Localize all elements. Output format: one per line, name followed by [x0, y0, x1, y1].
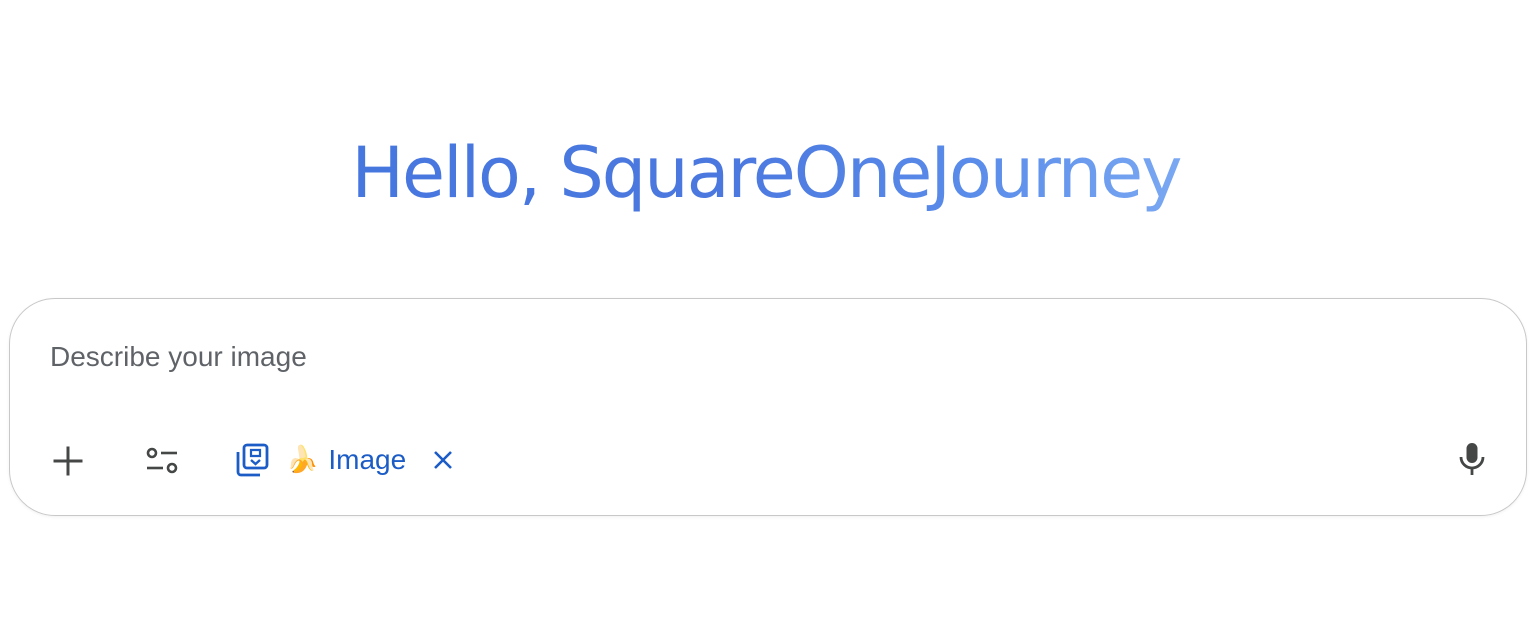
microphone-button[interactable] [1450, 437, 1494, 481]
image-mode-chip[interactable]: 🍌 Image [232, 437, 458, 483]
plus-icon [53, 446, 83, 476]
chip-label: Image [328, 444, 407, 475]
page: Hello, SquareOneJourney Describe your im… [0, 0, 1532, 642]
banana-emoji: 🍌 [286, 445, 319, 475]
tools-button[interactable] [140, 439, 184, 483]
greeting-title: Hello, SquareOneJourney [0, 128, 1532, 218]
microphone-icon [1459, 443, 1485, 475]
tune-icon [146, 447, 178, 474]
prompt-composer: 🍌 Image [9, 298, 1527, 516]
greeting-text: Hello, SquareOneJourney [351, 132, 1182, 214]
add-button[interactable] [46, 439, 90, 483]
image-gallery-icon [232, 440, 272, 480]
prompt-input[interactable] [50, 335, 1450, 379]
close-icon[interactable] [428, 445, 458, 475]
